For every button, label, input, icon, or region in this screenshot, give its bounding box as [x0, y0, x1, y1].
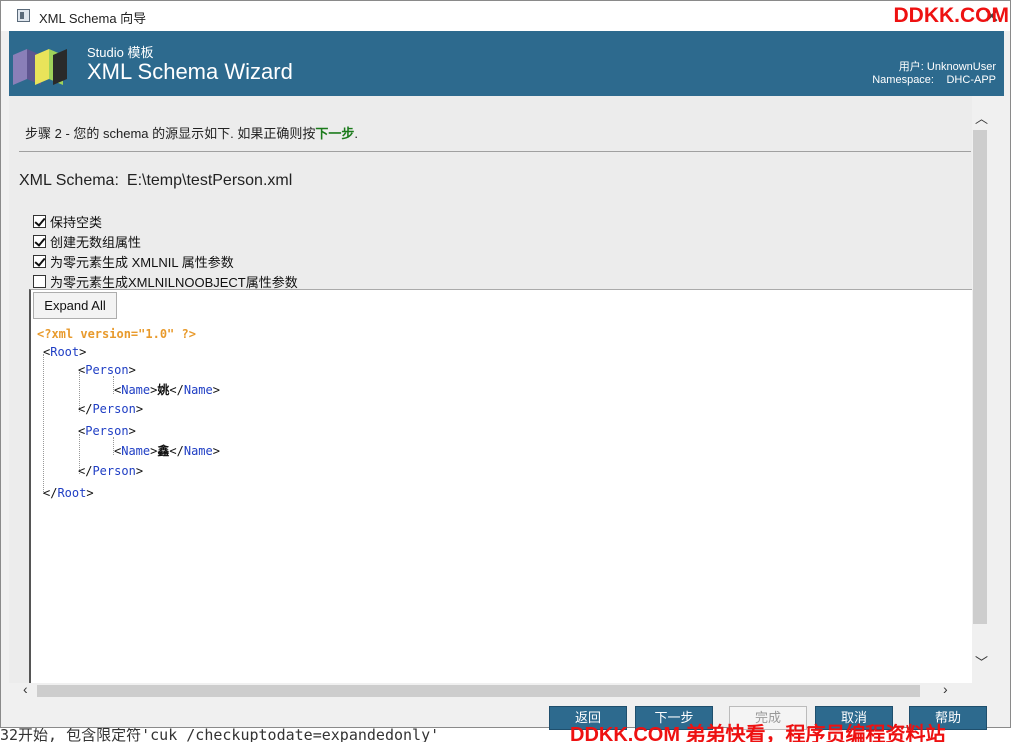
- tag-name: Name: [121, 444, 151, 458]
- tag-name-close: Name: [183, 383, 213, 397]
- tag-root: Root: [50, 345, 80, 359]
- vertical-scrollbar[interactable]: ︿ ﹀: [972, 96, 989, 683]
- tag-name-close: Name: [183, 444, 213, 458]
- xml-pi-text: <?xml version="1.0" ?>: [37, 327, 196, 341]
- xml-line-person-open[interactable]: <Person>: [78, 424, 136, 438]
- horizontal-scroll-thumb[interactable]: [37, 685, 920, 697]
- option-label: 创建无数组属性: [50, 235, 142, 250]
- wizard-window: XML Schema 向导 ✕ Studio 模板 XML Schema Wiz…: [0, 0, 1011, 730]
- xml-line-root-close[interactable]: </Root>: [43, 486, 94, 500]
- tag-name: Name: [121, 383, 151, 397]
- scroll-left-icon[interactable]: ‹: [23, 681, 28, 697]
- horizontal-scrollbar[interactable]: ‹ ›: [9, 681, 989, 699]
- vertical-scroll-thumb[interactable]: [973, 130, 987, 624]
- app-icon: [17, 9, 30, 22]
- tag-person: Person: [85, 363, 129, 377]
- checkbox-xmlnil[interactable]: [33, 255, 46, 268]
- studio-logo-icon: [13, 49, 67, 85]
- xml-declaration: <?xml version="1.0" ?>: [37, 327, 196, 341]
- watermark-top: DDKK.COM: [893, 4, 1010, 27]
- window-title: XML Schema 向导: [39, 11, 147, 26]
- option-keep-empty-classes[interactable]: 保持空类: [33, 212, 102, 231]
- namespace-value: DHC-APP: [946, 74, 996, 86]
- name-value: 鑫: [157, 444, 170, 458]
- scroll-up-icon[interactable]: ︿: [975, 108, 988, 127]
- title-bar[interactable]: XML Schema 向导 ✕: [1, 1, 1010, 31]
- step-instruction: 步骤 2 - 您的 schema 的源显示如下. 如果正确则按下一步.: [25, 123, 358, 142]
- xml-line-name[interactable]: <Name>姚</Name>: [114, 381, 220, 398]
- tag-person: Person: [85, 424, 129, 438]
- step-suffix: .: [354, 126, 359, 141]
- wizard-title: XML Schema Wizard: [87, 59, 293, 84]
- scroll-right-icon[interactable]: ›: [943, 681, 948, 697]
- schema-label: XML Schema:: [19, 172, 119, 189]
- xml-line-root-open[interactable]: <Root>: [43, 345, 86, 359]
- checkbox-keep-empty-classes[interactable]: [33, 215, 46, 228]
- checkbox-xmlnilnoobject[interactable]: [33, 275, 46, 288]
- schema-path-row: XML Schema: E:\temp\testPerson.xml: [19, 172, 292, 190]
- watermark-bottom: DDKK.COM 弟弟快看，程序员编程资料站: [570, 724, 946, 742]
- tag-root-close: Root: [57, 486, 87, 500]
- xml-line-person-close[interactable]: </Person>: [78, 402, 143, 416]
- option-label: 为零元素生成 XMLNIL 属性参数: [50, 255, 234, 270]
- option-xmlnil[interactable]: 为零元素生成 XMLNIL 属性参数: [33, 252, 234, 271]
- step-prefix: 步骤 2 - 您的 schema 的源显示如下. 如果正确则按: [25, 126, 316, 141]
- option-label: 保持空类: [50, 215, 103, 230]
- xml-line-name[interactable]: <Name>鑫</Name>: [114, 442, 220, 459]
- user-text: 用户: UnknownUser: [898, 61, 996, 73]
- checkbox-no-array-properties[interactable]: [33, 235, 46, 248]
- option-no-array-properties[interactable]: 创建无数组属性: [33, 232, 141, 251]
- namespace-label: Namespace:: [872, 74, 934, 86]
- xml-line-person-open[interactable]: <Person>: [78, 363, 136, 377]
- expand-all-button[interactable]: Expand All: [33, 292, 117, 319]
- tag-person-close: Person: [92, 402, 136, 416]
- wizard-content: 步骤 2 - 您的 schema 的源显示如下. 如果正确则按下一步. XML …: [9, 96, 972, 683]
- step-next-word: 下一步: [315, 126, 355, 141]
- schema-path: E:\temp\testPerson.xml: [126, 172, 293, 189]
- separator: [19, 151, 971, 152]
- name-value: 姚: [157, 383, 170, 397]
- scroll-down-icon[interactable]: ﹀: [975, 652, 988, 671]
- xml-source-view[interactable]: Expand All <?xml version="1.0" ?> <Root>…: [29, 289, 972, 683]
- wizard-banner: Studio 模板 XML Schema Wizard 用户: UnknownU…: [9, 31, 1004, 96]
- tree-guide: [43, 354, 44, 494]
- tag-person-close: Person: [92, 464, 136, 478]
- xml-line-person-close[interactable]: </Person>: [78, 464, 143, 478]
